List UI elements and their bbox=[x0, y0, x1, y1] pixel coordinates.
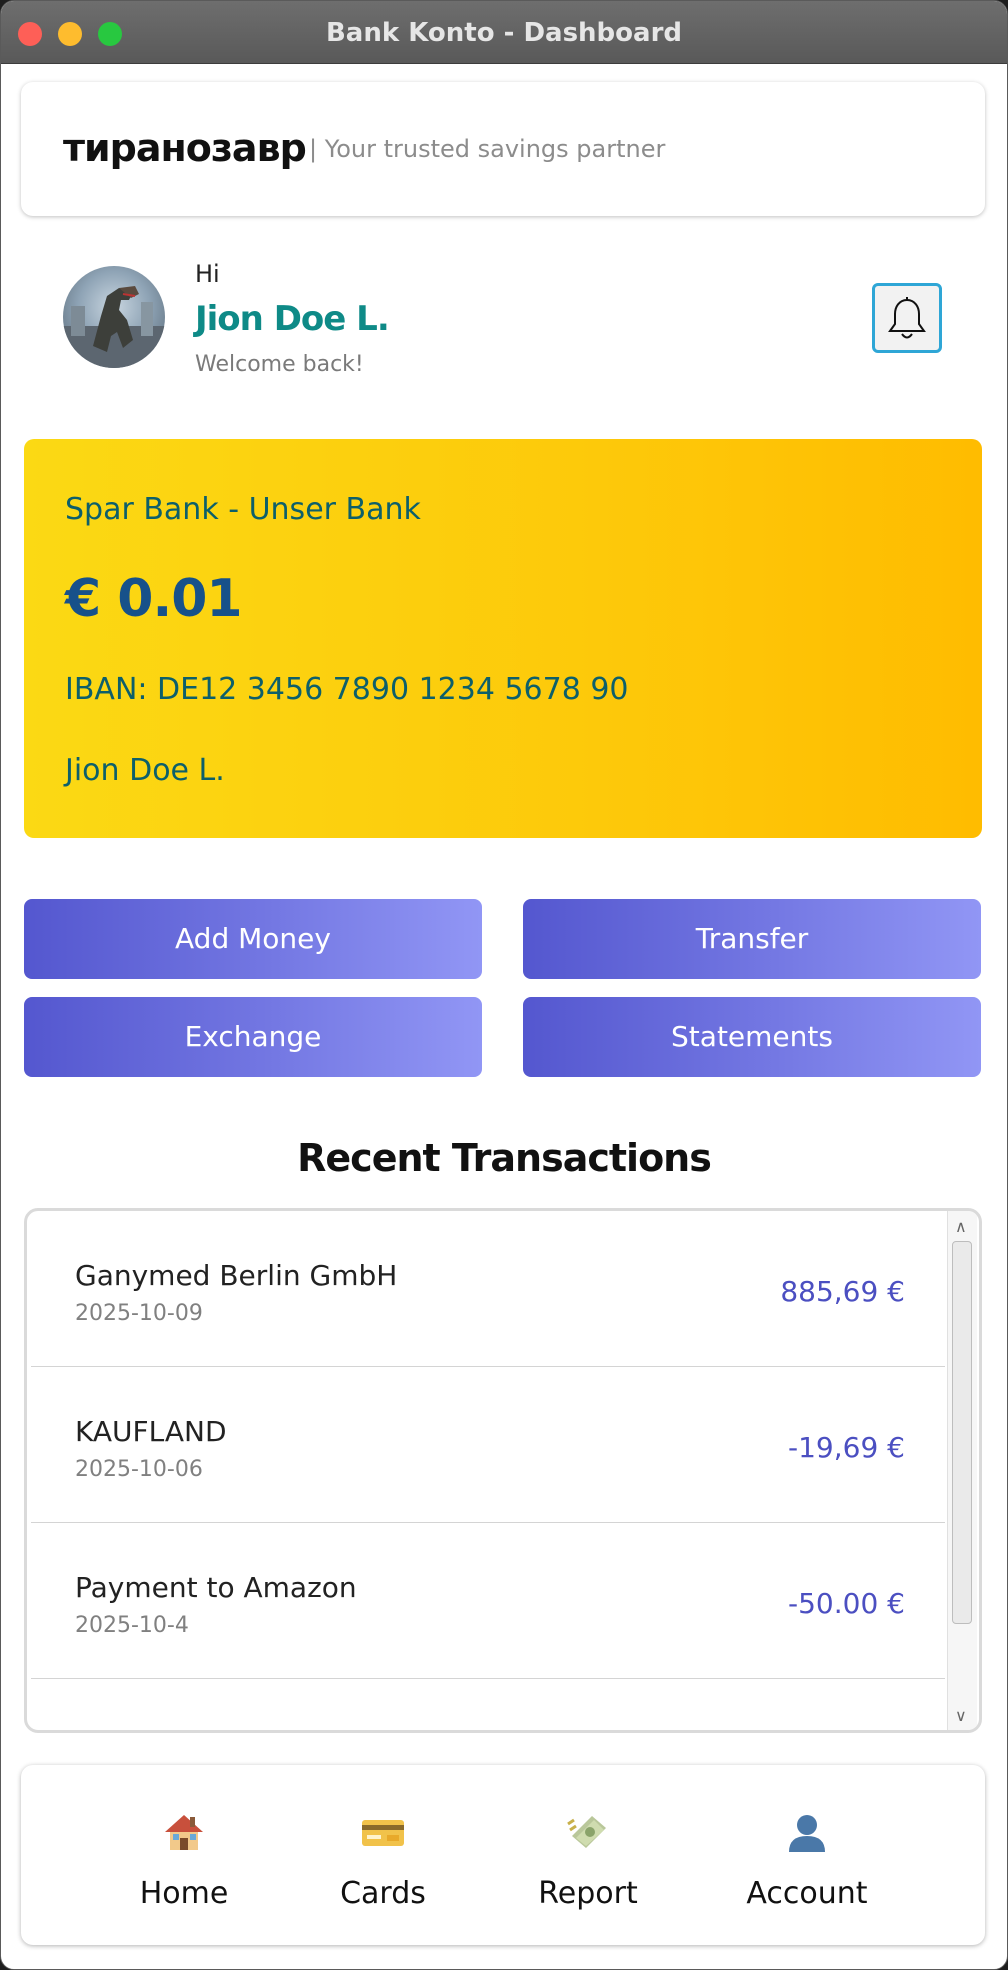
transactions-list[interactable]: Ganymed Berlin GmbH 2025-10-09 885,69 € … bbox=[24, 1208, 982, 1733]
transaction-date: 2025-10-06 bbox=[75, 1457, 203, 1482]
transaction-name: Payment to Amazon bbox=[75, 1571, 357, 1604]
notifications-button[interactable] bbox=[872, 283, 942, 353]
house-icon bbox=[165, 1815, 203, 1850]
nav-report-label: Report bbox=[538, 1876, 638, 1911]
brand-name: тиранозавр bbox=[63, 126, 307, 170]
brand-tagline: | Your trusted savings partner bbox=[309, 135, 666, 163]
brand-header: тиранозавр | Your trusted savings partne… bbox=[21, 82, 985, 216]
recent-transactions-heading: Recent Transactions bbox=[297, 1136, 712, 1180]
dinosaur-avatar-image bbox=[63, 286, 165, 368]
nav-account[interactable]: Account bbox=[727, 1810, 887, 1911]
exchange-button[interactable]: Exchange bbox=[24, 997, 482, 1077]
transaction-name: Ganymed Berlin GmbH bbox=[75, 1259, 398, 1292]
nav-home[interactable]: Home bbox=[104, 1810, 264, 1911]
account-card[interactable]: Spar Bank - Unser Bank € 0.01 IBAN: DE12… bbox=[24, 439, 982, 838]
transaction-name: KAUFLAND bbox=[75, 1415, 227, 1448]
window-title: Bank Konto - Dashboard bbox=[325, 18, 683, 48]
title-bar[interactable]: Bank Konto - Dashboard bbox=[1, 1, 1007, 64]
nav-cards-label: Cards bbox=[340, 1876, 426, 1911]
transfer-button[interactable]: Transfer bbox=[523, 899, 981, 979]
transaction-amount: 885,69 € bbox=[780, 1275, 905, 1308]
account-holder: Jion Doe L. bbox=[65, 753, 225, 788]
transaction-row[interactable]: Payment to Amazon 2025-10-4 -50.00 € bbox=[31, 1523, 945, 1679]
iban: IBAN: DE12 3456 7890 1234 5678 90 bbox=[65, 672, 629, 707]
credit-card-icon bbox=[362, 1820, 404, 1846]
bell-icon bbox=[888, 297, 926, 339]
transactions-scrollbar[interactable]: ∧ ∨ bbox=[947, 1211, 977, 1730]
statements-button[interactable]: Statements bbox=[523, 997, 981, 1077]
transaction-date: 2025-10-4 bbox=[75, 1613, 189, 1638]
transaction-date: 2025-10-09 bbox=[75, 1301, 203, 1326]
nav-report[interactable]: Report bbox=[508, 1810, 668, 1911]
add-money-button[interactable]: Add Money bbox=[24, 899, 482, 979]
welcome-message: Welcome back! bbox=[195, 352, 364, 377]
transaction-row[interactable]: Ganymed Berlin GmbH 2025-10-09 885,69 € bbox=[31, 1211, 945, 1367]
bank-name: Spar Bank - Unser Bank bbox=[65, 492, 421, 527]
nav-home-label: Home bbox=[139, 1876, 229, 1911]
user-icon bbox=[789, 1815, 825, 1852]
nav-account-label: Account bbox=[746, 1876, 868, 1911]
avatar[interactable] bbox=[63, 266, 165, 368]
nav-cards[interactable]: Cards bbox=[303, 1810, 463, 1911]
transaction-row[interactable]: KAUFLAND 2025-10-06 -19,69 € bbox=[31, 1367, 945, 1523]
user-name: Jion Doe L. bbox=[195, 299, 390, 339]
app-window: Bank Konto - Dashboard тиранозавр | Your… bbox=[0, 0, 1008, 1970]
scroll-down-arrow-icon[interactable]: ∨ bbox=[955, 1706, 967, 1726]
transaction-amount: -50.00 € bbox=[788, 1587, 905, 1620]
bottom-navigation: Home Cards Report Account bbox=[21, 1765, 985, 1945]
scroll-up-arrow-icon[interactable]: ∧ bbox=[955, 1217, 967, 1237]
transaction-amount: -19,69 € bbox=[788, 1431, 905, 1464]
money-icon bbox=[567, 1816, 606, 1848]
scrollbar-thumb[interactable] bbox=[952, 1241, 972, 1624]
account-balance: € 0.01 bbox=[65, 569, 243, 629]
greeting-hi: Hi bbox=[195, 260, 220, 288]
